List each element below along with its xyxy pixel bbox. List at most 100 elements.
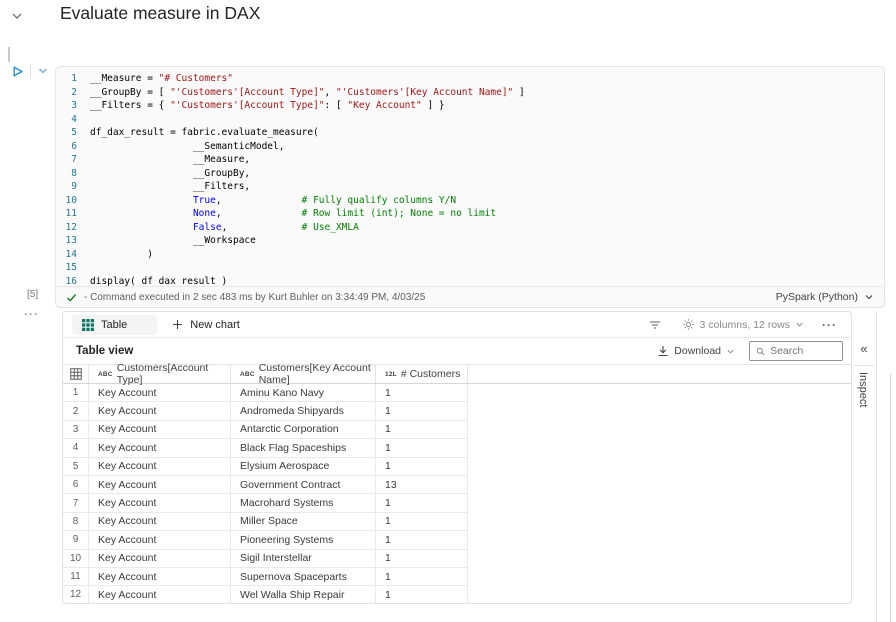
table-cell: 1	[376, 402, 468, 420]
tab-table[interactable]: Table	[72, 315, 157, 335]
table-row[interactable]: 1Key AccountAminu Kano Navy1	[63, 384, 851, 402]
table-cell: Supernova Spaceparts	[231, 568, 376, 586]
column-type-icon: ABC	[240, 371, 255, 378]
table-cell: Elysium Aerospace	[231, 458, 376, 476]
cell-gutter-mark	[8, 47, 10, 62]
output-more-button[interactable]: ···	[822, 318, 837, 332]
new-chart-button[interactable]: New chart	[172, 319, 240, 331]
column-name: Customers[Key Account Name]	[259, 362, 375, 386]
download-button[interactable]: Download	[657, 345, 735, 357]
table-cell: Key Account	[89, 458, 231, 476]
column-type-icon: 12L	[385, 371, 397, 378]
run-cell-button[interactable]	[11, 65, 24, 78]
table-cell: 10	[63, 550, 89, 568]
line-number: 3	[56, 99, 90, 113]
row-filler	[468, 568, 851, 586]
strip-divider	[854, 365, 874, 366]
table-row[interactable]: 3Key AccountAntarctic Corporation1	[63, 421, 851, 439]
table-row[interactable]: 6Key AccountGovernment Contract13	[63, 476, 851, 494]
search-icon	[756, 346, 765, 357]
code-line: 3__Filters = { "'Customers'[Account Type…	[56, 99, 884, 113]
table-view-title: Table view	[76, 345, 133, 357]
line-number: 8	[56, 167, 90, 181]
row-filler	[468, 402, 851, 420]
code-editor[interactable]: 1__Measure = "# Customers"2__GroupBy = […	[56, 72, 884, 286]
code-line: 1__Measure = "# Customers"	[56, 72, 884, 86]
line-number: 1	[56, 72, 90, 86]
table-row[interactable]: 10Key AccountSigil Interstellar1	[63, 550, 851, 568]
table-row[interactable]: 4Key AccountBlack Flag Spaceships1	[63, 439, 851, 457]
row-filler	[468, 531, 851, 549]
chevron-down-icon	[864, 292, 874, 302]
collapse-panel-icon[interactable]: «	[852, 341, 876, 356]
code-line: 8 __GroupBy,	[56, 167, 884, 181]
line-number: 10	[56, 194, 90, 208]
row-filler	[468, 421, 851, 439]
gear-icon	[682, 318, 695, 331]
inspect-strip: « Inspect	[852, 311, 877, 622]
filter-icon[interactable]	[648, 318, 662, 332]
chevron-down-icon	[795, 320, 804, 329]
table-cell: 1	[376, 586, 468, 604]
table-cell: 5	[63, 458, 89, 476]
table-body: 1Key AccountAminu Kano Navy12Key Account…	[63, 384, 851, 604]
line-number: 7	[56, 153, 90, 167]
table-cell: Wel Walla Ship Repair	[231, 586, 376, 604]
table-cell: 3	[63, 421, 89, 439]
column-header-account-type[interactable]: ABC Customers[Account Type]	[89, 365, 231, 383]
table-row[interactable]: 2Key AccountAndromeda Shipyards1	[63, 402, 851, 420]
table-cell: 1	[63, 384, 89, 402]
line-number: 4	[56, 113, 90, 127]
code-line: 16display( df_dax_result )	[56, 275, 884, 287]
cell-status-message: - Command executed in 2 sec 483 ms by Ku…	[84, 292, 425, 303]
row-filler	[468, 586, 851, 604]
cell-more-actions-button[interactable]: ···	[24, 307, 39, 321]
execution-count: [5]	[27, 289, 38, 300]
column-header-customers[interactable]: 12L # Customers	[376, 365, 468, 383]
row-filler	[468, 513, 851, 531]
table-cell: 7	[63, 494, 89, 512]
output-panel: Table New chart 3 columns, 12 rows ··· T…	[62, 311, 852, 604]
line-number: 15	[56, 261, 90, 275]
section-collapse-chevron-icon[interactable]	[10, 9, 24, 28]
table-row[interactable]: 7Key AccountMacrohard Systems1	[63, 494, 851, 512]
table-cell: 4	[63, 439, 89, 457]
kernel-selector[interactable]: PySpark (Python)	[776, 291, 874, 303]
code-line: 9 __Filters,	[56, 180, 884, 194]
grid-summary: 3 columns, 12 rows	[700, 319, 790, 331]
column-header-key-account-name[interactable]: ABC Customers[Key Account Name]	[231, 365, 376, 383]
code-cell: 1__Measure = "# Customers"2__GroupBy = […	[55, 66, 885, 308]
table-cell: Key Account	[89, 586, 231, 604]
grid-settings-button[interactable]: 3 columns, 12 rows	[682, 318, 804, 331]
select-table-icon[interactable]	[63, 365, 89, 383]
table-cell: 1	[376, 458, 468, 476]
table-row[interactable]: 12Key AccountWel Walla Ship Repair1	[63, 586, 851, 604]
output-tab-bar: Table New chart 3 columns, 12 rows ···	[63, 312, 851, 338]
table-cell: Miller Space	[231, 513, 376, 531]
table-cell: 11	[63, 568, 89, 586]
column-name: Customers[Account Type]	[117, 362, 230, 386]
code-line: 6 __SemanticModel,	[56, 140, 884, 154]
line-number: 6	[56, 140, 90, 154]
code-line: 11 None, # Row limit (int); None = no li…	[56, 207, 884, 221]
table-cell: 1	[376, 421, 468, 439]
search-input[interactable]	[770, 345, 836, 357]
success-check-icon	[66, 292, 77, 303]
page-title: Evaluate measure in DAX	[60, 3, 260, 24]
table-cell: Key Account	[89, 476, 231, 494]
table-cell: 1	[376, 550, 468, 568]
inspect-tab[interactable]: Inspect	[857, 372, 869, 407]
row-filler	[468, 384, 851, 402]
code-line: 10 True, # Fully qualify columns Y/N	[56, 194, 884, 208]
code-line: 2__GroupBy = [ "'Customers'[Account Type…	[56, 86, 884, 100]
table-cell: 13	[376, 476, 468, 494]
cell-collapse-chevron-icon[interactable]	[37, 65, 49, 77]
line-number: 9	[56, 180, 90, 194]
table-row[interactable]: 11Key AccountSupernova Spaceparts1	[63, 568, 851, 586]
table-row[interactable]: 9Key AccountPioneering Systems1	[63, 531, 851, 549]
scrollbar[interactable]	[890, 374, 891, 622]
search-box	[749, 341, 843, 361]
table-row[interactable]: 8Key AccountMiller Space1	[63, 513, 851, 531]
table-cell: 6	[63, 476, 89, 494]
table-row[interactable]: 5Key AccountElysium Aerospace1	[63, 458, 851, 476]
